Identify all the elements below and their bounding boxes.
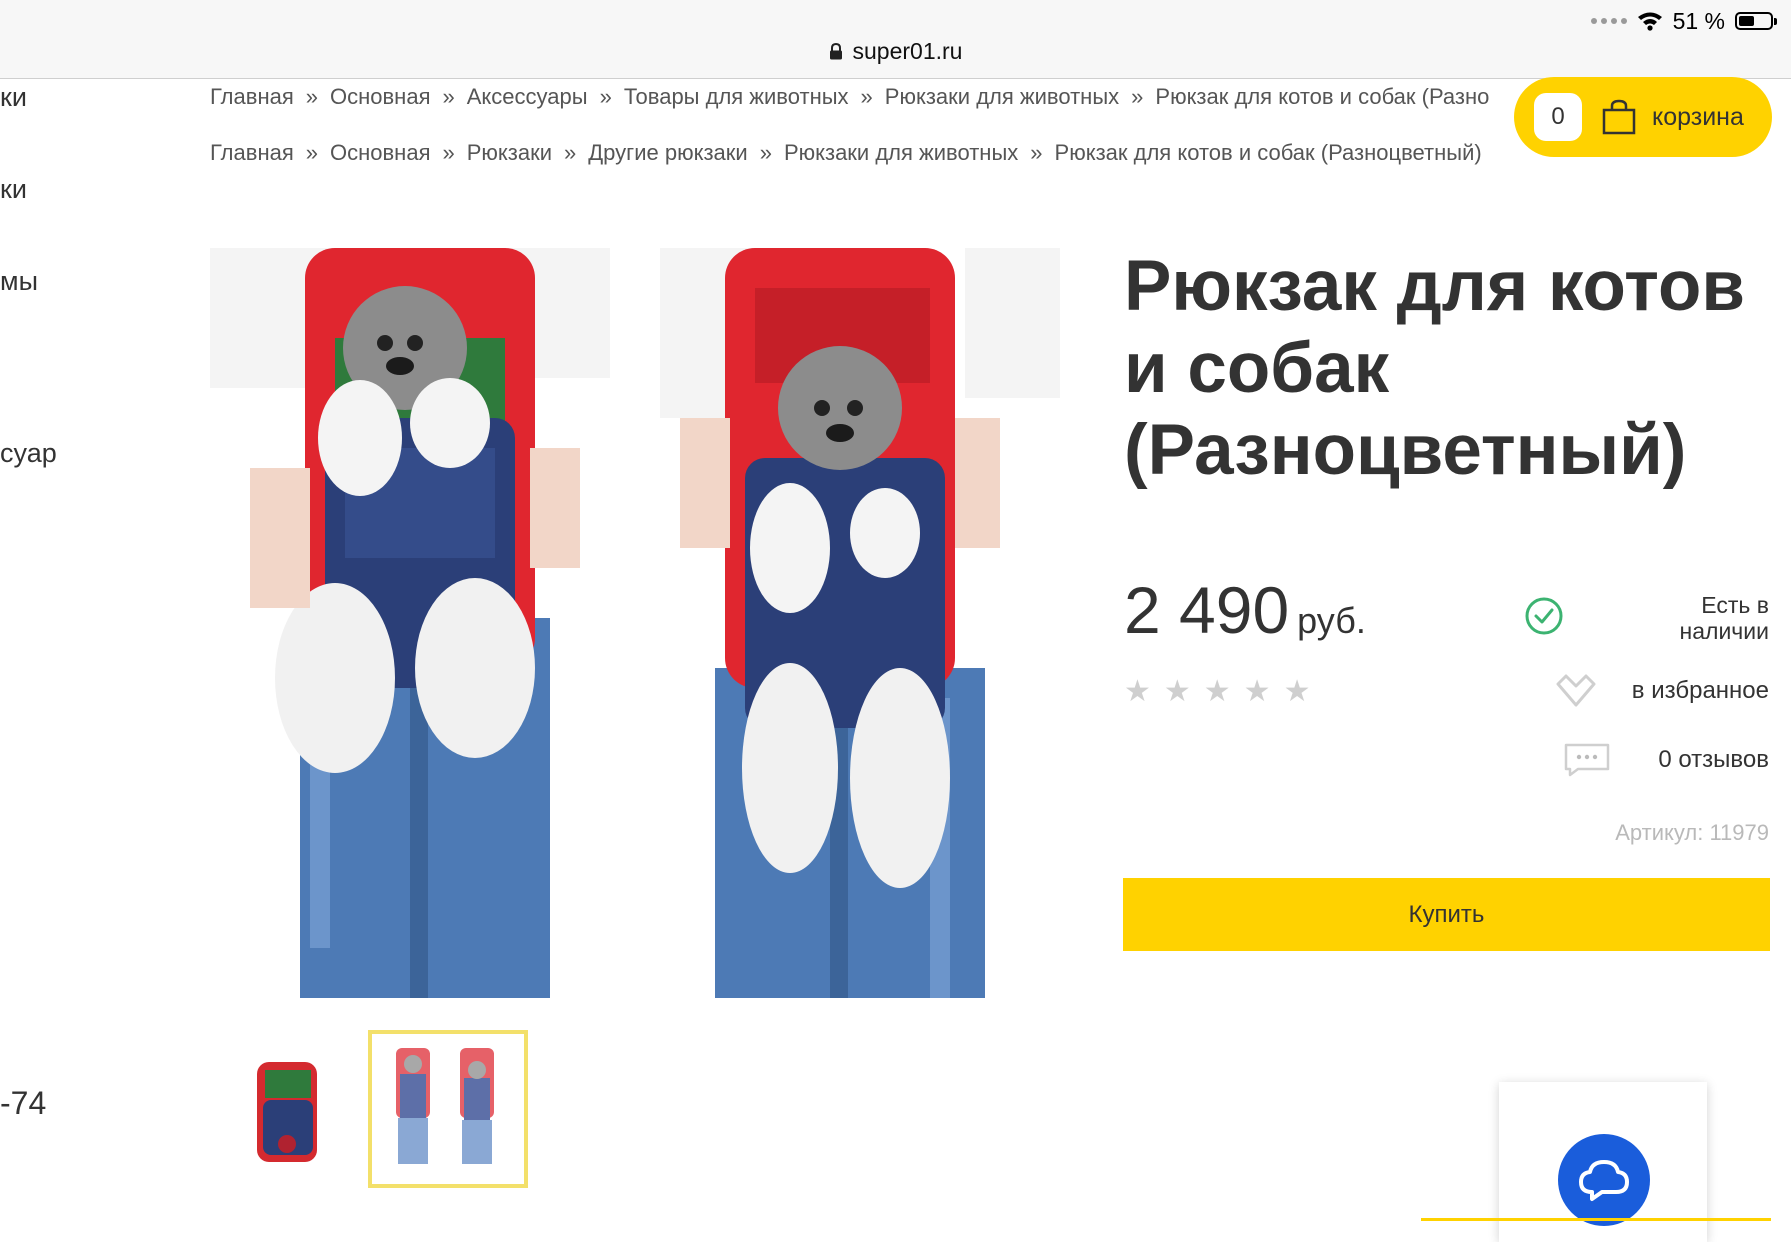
- breadcrumb-separator: »: [1030, 140, 1043, 165]
- availability-status: Есть в наличии: [1679, 592, 1769, 644]
- check-circle-icon: [1525, 597, 1563, 635]
- person-left-illustration: [210, 248, 610, 998]
- left-menu-item[interactable]: мы: [0, 266, 38, 297]
- breadcrumb-link[interactable]: Рюкзаки для животных: [784, 140, 1018, 165]
- breadcrumb-separator: »: [759, 140, 772, 165]
- breadcrumb-link[interactable]: Рюкзаки для животных: [885, 84, 1119, 109]
- chat-cloud-icon: [1579, 1160, 1629, 1201]
- breadcrumb-separator: »: [442, 84, 455, 109]
- reviews-count-label: 0 отзывов: [1658, 746, 1769, 773]
- breadcrumb-link[interactable]: Главная: [210, 84, 294, 109]
- add-to-favorites[interactable]: в избранное: [1554, 673, 1769, 709]
- wifi-icon: [1637, 12, 1662, 31]
- breadcrumb-separator: »: [305, 140, 318, 165]
- breadcrumb-link[interactable]: Рюкзаки: [467, 140, 552, 165]
- breadcrumb-secondary: Главная » Основная » Рюкзаки » Другие рюкзаки »…: [210, 140, 1482, 166]
- heart-icon: [1556, 674, 1596, 707]
- left-menu-item[interactable]: ки: [0, 174, 27, 205]
- product-price: 2 490 руб.: [1124, 572, 1366, 648]
- rating-stars[interactable]: ★★★★★: [1124, 674, 1323, 709]
- cellular-signal-icon: [1590, 18, 1627, 24]
- breadcrumb: Главная » Основная » Аксессуары » Товары для ж…: [210, 84, 1489, 110]
- breadcrumb-separator: »: [442, 140, 455, 165]
- product-thumbnail-active[interactable]: [368, 1030, 528, 1188]
- breadcrumb-separator: »: [599, 84, 612, 109]
- breadcrumb-link[interactable]: Основная: [330, 84, 430, 109]
- battery-level-fill: [1739, 16, 1754, 26]
- breadcrumb-separator: »: [860, 84, 873, 109]
- breadcrumb-separator: »: [305, 84, 318, 109]
- cart-count-badge: 0: [1534, 93, 1582, 141]
- price-value: 2 490: [1124, 573, 1290, 647]
- status-bar: 51 %: [1590, 6, 1777, 36]
- comment-icon: [1565, 743, 1610, 777]
- sku-label: Артикул: 11979: [1615, 820, 1769, 845]
- left-menu-item[interactable]: ки: [0, 82, 27, 113]
- left-menu-item[interactable]: суар: [0, 438, 57, 469]
- reviews-link[interactable]: 0 отзывов: [1564, 743, 1769, 777]
- product-thumbnail[interactable]: [235, 1052, 340, 1172]
- cart-label: корзина: [1652, 102, 1744, 131]
- breadcrumb-link[interactable]: Основная: [330, 140, 430, 165]
- battery-icon: [1735, 12, 1777, 30]
- breadcrumb-link[interactable]: Главная: [210, 140, 294, 165]
- battery-percent: 51 %: [1672, 7, 1725, 34]
- product-title: Рюкзак для котов и собак (Разноцветный): [1124, 247, 1746, 490]
- breadcrumb-separator: »: [564, 140, 577, 165]
- breadcrumb-link[interactable]: Другие рюкзаки: [588, 140, 747, 165]
- breadcrumb-link[interactable]: Товары для животных: [624, 84, 849, 109]
- breadcrumb-current: Рюкзак для котов и собак (Разноцветный): [1054, 140, 1482, 165]
- product-main-image[interactable]: [210, 248, 1060, 998]
- address-bar[interactable]: super01.ru: [0, 38, 1791, 65]
- browser-top-bar: 51 % super01.ru: [0, 0, 1791, 79]
- cart-button[interactable]: 0 корзина: [1514, 77, 1772, 157]
- breadcrumb-link[interactable]: Аксессуары: [467, 84, 588, 109]
- chat-button[interactable]: [1558, 1134, 1650, 1226]
- breadcrumb-current: Рюкзак для котов и собак (Разно: [1155, 84, 1490, 109]
- lock-icon: [829, 43, 842, 60]
- person-right-illustration: [660, 248, 1060, 998]
- buy-button[interactable]: Купить: [1123, 878, 1770, 951]
- shopping-bag-icon: [1602, 99, 1636, 135]
- price-currency: руб.: [1297, 600, 1366, 641]
- breadcrumb-separator: »: [1131, 84, 1144, 109]
- left-menu-phone-fragment: -74: [0, 1085, 47, 1121]
- url-text: super01.ru: [852, 38, 963, 64]
- favorites-label: в избранное: [1631, 677, 1769, 704]
